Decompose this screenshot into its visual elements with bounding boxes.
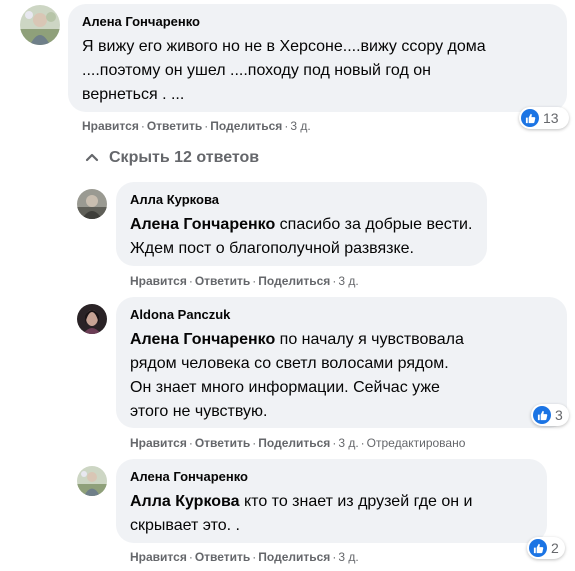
comment-bubble: Алена Гончаренко Я вижу его живого но не… xyxy=(68,4,567,112)
reaction-count-value: 13 xyxy=(543,110,559,126)
edited-label[interactable]: Отредактировано xyxy=(367,436,466,450)
reaction-count-value: 2 xyxy=(551,540,559,556)
reply-text-line: Алена Гончаренко спасибо за добрые вести… xyxy=(130,216,473,233)
like-button[interactable]: Нравится xyxy=(130,436,187,450)
reply-actions: Нравится · Ответить · Поделиться · 3 д. xyxy=(130,550,359,564)
thumbs-up-icon xyxy=(529,539,547,557)
reply-text-line: Алла Куркова кто то знает из друзей где … xyxy=(130,493,473,510)
reaction-count[interactable]: 2 xyxy=(527,537,565,559)
hide-replies-label: Скрыть 12 ответов xyxy=(109,149,260,166)
reply-bubble: Aldona Panczuk Алена Гончаренко по начал… xyxy=(116,297,567,428)
avatar[interactable] xyxy=(77,466,107,496)
like-button[interactable]: Нравится xyxy=(82,119,139,133)
reply-text-line: Ждем пост о благополучной развязке. xyxy=(130,240,414,257)
share-button[interactable]: Поделиться xyxy=(258,274,330,288)
avatar-photo-image xyxy=(77,189,107,219)
reply-button[interactable]: Ответить xyxy=(147,119,202,133)
reply-button[interactable]: Ответить xyxy=(195,274,250,288)
reply-timestamp[interactable]: 3 д. xyxy=(338,550,358,564)
avatar[interactable] xyxy=(20,5,60,45)
reply-bubble: Алла Куркова Алена Гончаренко спасибо за… xyxy=(116,182,487,266)
mention-link[interactable]: Алена Гончаренко xyxy=(130,331,275,348)
share-button[interactable]: Поделиться xyxy=(258,550,330,564)
reply-author[interactable]: Aldona Panczuk xyxy=(130,307,230,323)
like-button[interactable]: Нравится xyxy=(130,550,187,564)
reply-timestamp[interactable]: 3 д. xyxy=(338,274,358,288)
chevron-up-icon xyxy=(85,149,99,167)
reply-text-line: скрывает это. . xyxy=(130,517,240,534)
reply-actions: Нравится · Ответить · Поделиться · 3 д. xyxy=(130,274,359,288)
reply-button[interactable]: Ответить xyxy=(195,550,250,564)
comment-actions: Нравится · Ответить · Поделиться · 3 д. xyxy=(82,119,311,133)
reply-author[interactable]: Алла Куркова xyxy=(130,192,219,208)
reply-actions: Нравится · Ответить · Поделиться · 3 д. · Отреда… xyxy=(130,436,466,450)
comment-text-line: ....поэтому он ушел ....походу под новый… xyxy=(82,62,431,79)
reply-text-line: Он знает много информации. Сейчас уже xyxy=(130,379,440,396)
reply-button[interactable]: Ответить xyxy=(195,436,250,450)
reply-text-line: Алена Гончаренко по началу я чувствовала xyxy=(130,331,464,348)
reaction-count[interactable]: 13 xyxy=(519,107,569,129)
avatar-photo-image xyxy=(77,466,107,496)
comment-text-line: вернеться . ... xyxy=(82,86,185,103)
reply-text-line: рядом человека со светл волосами рядом. xyxy=(130,355,449,372)
comment-author[interactable]: Алена Гончаренко xyxy=(82,14,200,30)
reaction-count-value: 3 xyxy=(555,407,563,423)
share-button[interactable]: Поделиться xyxy=(210,119,282,133)
reply-timestamp[interactable]: 3 д. xyxy=(338,436,358,450)
reply-bubble: Алена Гончаренко Алла Куркова кто то зна… xyxy=(116,459,547,543)
hide-replies-button[interactable]: Скрыть 12 ответов xyxy=(85,147,259,169)
comment-timestamp[interactable]: 3 д. xyxy=(290,119,310,133)
reply-text-line: этого не чувствую. xyxy=(130,403,268,420)
mention-link[interactable]: Алла Куркова xyxy=(130,493,240,510)
share-button[interactable]: Поделиться xyxy=(258,436,330,450)
comment-text-line: Я вижу его живого но не в Херсоне....виж… xyxy=(82,38,486,55)
avatar-photo-image xyxy=(20,5,60,45)
avatar-photo-image xyxy=(77,304,107,334)
like-button[interactable]: Нравится xyxy=(130,274,187,288)
thumbs-up-icon xyxy=(521,109,539,127)
avatar[interactable] xyxy=(77,304,107,334)
reply-author[interactable]: Алена Гончаренко xyxy=(130,469,248,485)
thumbs-up-icon xyxy=(533,406,551,424)
reaction-count[interactable]: 3 xyxy=(531,404,569,426)
mention-link[interactable]: Алена Гончаренко xyxy=(130,216,275,233)
avatar[interactable] xyxy=(77,189,107,219)
